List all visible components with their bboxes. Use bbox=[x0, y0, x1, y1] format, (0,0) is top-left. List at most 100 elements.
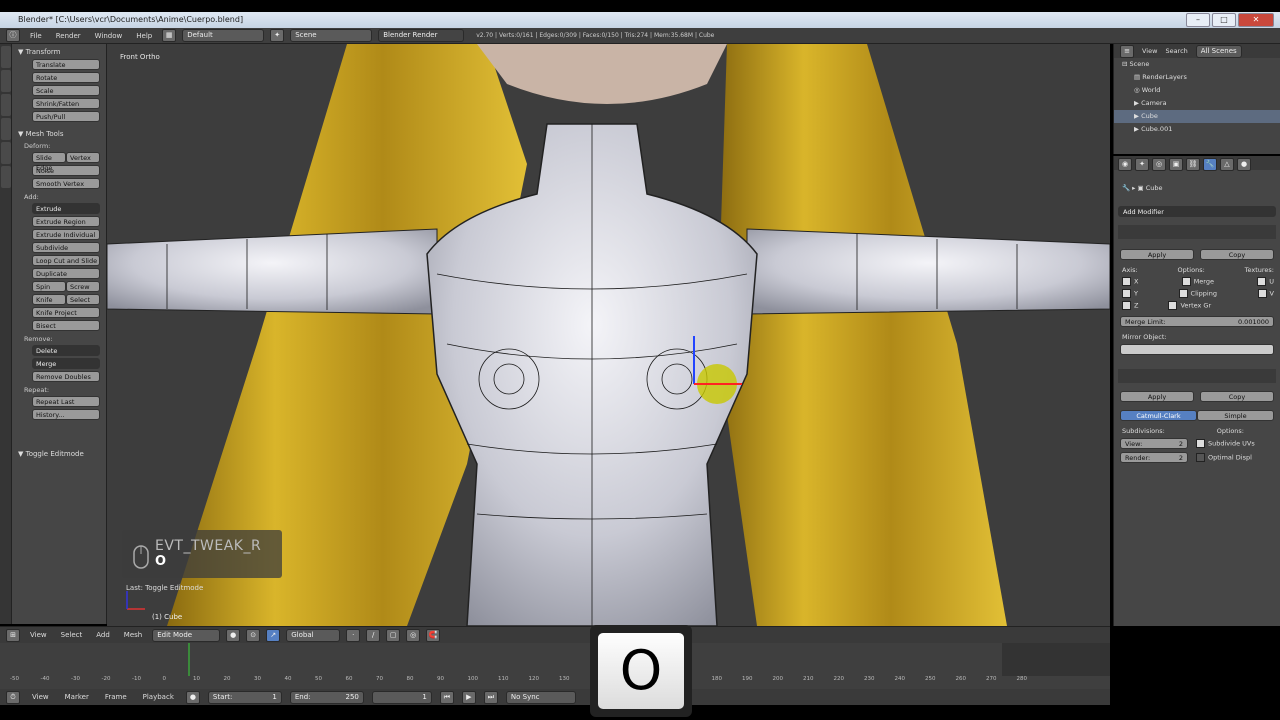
extrude-menu[interactable]: Extrude bbox=[32, 203, 100, 214]
screen-layout-icon[interactable]: ▦ bbox=[162, 29, 177, 42]
shrink-fatten-button[interactable]: Shrink/Fatten bbox=[32, 98, 100, 109]
vertex-select-icon[interactable]: · bbox=[346, 628, 361, 642]
outliner-editor-icon[interactable]: ≡ bbox=[1120, 44, 1134, 58]
shading-icon[interactable]: ● bbox=[226, 628, 241, 642]
scene-tab-icon[interactable]: ✦ bbox=[1135, 158, 1149, 171]
tab-animation[interactable] bbox=[1, 118, 11, 140]
menu-view[interactable]: View bbox=[26, 631, 51, 639]
knife-button[interactable]: Knife bbox=[32, 294, 66, 305]
tab-grease-pencil[interactable] bbox=[1, 166, 11, 188]
menu-mesh[interactable]: Mesh bbox=[120, 631, 146, 639]
knife-select-button[interactable]: Select bbox=[66, 294, 100, 305]
scale-button[interactable]: Scale bbox=[32, 85, 100, 96]
screw-button[interactable]: Screw bbox=[66, 281, 100, 292]
tex-u-checkbox[interactable]: U bbox=[1257, 277, 1274, 286]
sync-select[interactable]: No Sync bbox=[505, 690, 576, 704]
menu-file[interactable]: File bbox=[26, 32, 46, 40]
knife-project-button[interactable]: Knife Project bbox=[32, 307, 100, 318]
current-frame-indicator[interactable] bbox=[188, 643, 190, 676]
mirror-modifier-header[interactable] bbox=[1118, 225, 1276, 239]
duplicate-button[interactable]: Duplicate bbox=[32, 268, 100, 279]
noise-button[interactable]: Noise bbox=[32, 165, 100, 176]
add-modifier-menu[interactable]: Add Modifier bbox=[1118, 206, 1276, 217]
bisect-button[interactable]: Bisect bbox=[32, 320, 100, 331]
tab-create[interactable] bbox=[1, 70, 11, 92]
axis-x-checkbox[interactable]: X bbox=[1122, 277, 1138, 286]
pivot-icon[interactable]: ⊙ bbox=[246, 628, 261, 642]
vertex-slide-button[interactable]: Vertex bbox=[66, 152, 100, 163]
menu-window[interactable]: Window bbox=[91, 32, 127, 40]
autokey-icon[interactable]: ● bbox=[185, 690, 200, 704]
render-engine-select[interactable]: Blender Render bbox=[378, 29, 465, 42]
scene-field[interactable]: Scene bbox=[290, 29, 373, 42]
editor-type-icon[interactable]: ⓘ bbox=[6, 29, 20, 42]
timeline-menu-view[interactable]: View bbox=[28, 693, 53, 701]
optimal-display-checkbox[interactable]: Optimal Displ bbox=[1196, 453, 1252, 462]
delete-menu[interactable]: Delete bbox=[32, 345, 100, 356]
simple-toggle[interactable]: Simple bbox=[1197, 410, 1274, 421]
end-frame-field[interactable]: End: 250 bbox=[289, 690, 364, 704]
view-levels-field[interactable]: View: 2 bbox=[1120, 438, 1188, 449]
subsurf-modifier-header[interactable] bbox=[1118, 369, 1276, 383]
constraints-tab-icon[interactable]: ⛓ bbox=[1186, 158, 1200, 171]
smooth-vertex-button[interactable]: Smooth Vertex bbox=[32, 178, 100, 189]
transform-panel-title[interactable]: ▼ Transform bbox=[18, 48, 106, 56]
material-tab-icon[interactable]: ● bbox=[1237, 158, 1251, 171]
extrude-individual-button[interactable]: Extrude Individual bbox=[32, 229, 100, 240]
tab-relations[interactable] bbox=[1, 94, 11, 116]
translate-button[interactable]: Translate bbox=[32, 59, 100, 70]
loop-cut-button[interactable]: Loop Cut and Slide bbox=[32, 255, 100, 266]
axis-z-checkbox[interactable]: Z bbox=[1122, 301, 1138, 310]
spin-button[interactable]: Spin bbox=[32, 281, 66, 292]
mesh-tools-panel-title[interactable]: ▼ Mesh Tools bbox=[18, 130, 106, 138]
menu-help[interactable]: Help bbox=[132, 32, 156, 40]
tab-tools[interactable] bbox=[1, 46, 11, 68]
start-frame-field[interactable]: Start: 1 bbox=[207, 690, 282, 704]
outliner-row-renderlayers[interactable]: ▤ RenderLayers bbox=[1114, 71, 1280, 84]
outliner-row-cube-001[interactable]: ▶ Cube.001 bbox=[1114, 123, 1280, 136]
play-icon[interactable]: ▶ bbox=[461, 690, 476, 704]
scene-icon[interactable]: ✦ bbox=[270, 29, 285, 42]
menu-render[interactable]: Render bbox=[52, 32, 85, 40]
mirror-copy-button[interactable]: Copy bbox=[1200, 249, 1274, 260]
snap-icon[interactable]: 🧲 bbox=[426, 628, 441, 642]
render-levels-field[interactable]: Render: 2 bbox=[1120, 452, 1188, 463]
outliner-row-cube[interactable]: ▶ Cube bbox=[1114, 110, 1280, 123]
data-tab-icon[interactable]: △ bbox=[1220, 158, 1234, 171]
3d-view-editor-icon[interactable]: ⊞ bbox=[6, 628, 20, 642]
outliner-row-world[interactable]: ◎ World bbox=[1114, 84, 1280, 97]
merge-menu[interactable]: Merge bbox=[32, 358, 100, 369]
outliner-row-scene[interactable]: ⊟ Scene bbox=[1114, 58, 1280, 71]
world-tab-icon[interactable]: ◎ bbox=[1152, 158, 1166, 171]
subsurf-apply-button[interactable]: Apply bbox=[1120, 391, 1194, 402]
rotate-button[interactable]: Rotate bbox=[32, 72, 100, 83]
proportional-edit-icon[interactable]: ◎ bbox=[406, 628, 421, 642]
timeline-menu-playback[interactable]: Playback bbox=[139, 693, 178, 701]
mirror-apply-button[interactable]: Apply bbox=[1120, 249, 1194, 260]
current-frame-field[interactable]: 1 bbox=[371, 690, 432, 704]
minimize-button[interactable]: – bbox=[1186, 13, 1210, 27]
jump-start-icon[interactable]: ⏮ bbox=[439, 690, 454, 704]
maximize-button[interactable]: □ bbox=[1212, 13, 1236, 27]
face-select-icon[interactable]: ▢ bbox=[386, 628, 401, 642]
repeat-last-button[interactable]: Repeat Last bbox=[32, 396, 100, 407]
subdivide-button[interactable]: Subdivide bbox=[32, 242, 100, 253]
mode-select[interactable]: Edit Mode bbox=[152, 628, 221, 642]
slide-edge-button[interactable]: Slide Edge bbox=[32, 152, 66, 172]
tab-physics[interactable] bbox=[1, 142, 11, 164]
outliner-display-select[interactable]: All Scenes bbox=[1195, 44, 1242, 58]
orientation-select[interactable]: Global bbox=[286, 628, 341, 642]
merge-checkbox[interactable]: Merge bbox=[1181, 277, 1214, 286]
mirror-object-field[interactable] bbox=[1120, 344, 1274, 355]
extrude-region-button[interactable]: Extrude Region bbox=[32, 216, 100, 227]
catmull-clark-toggle[interactable]: Catmull-Clark bbox=[1120, 410, 1197, 421]
close-button[interactable]: ✕ bbox=[1238, 13, 1274, 27]
modifiers-tab-icon[interactable]: 🔧 bbox=[1203, 158, 1217, 171]
timeline-menu-marker[interactable]: Marker bbox=[61, 693, 93, 701]
outliner-row-camera[interactable]: ▶ Camera bbox=[1114, 97, 1280, 110]
clipping-checkbox[interactable]: Clipping bbox=[1178, 289, 1217, 298]
history-button[interactable]: History... bbox=[32, 409, 100, 420]
subsurf-copy-button[interactable]: Copy bbox=[1200, 391, 1274, 402]
push-pull-button[interactable]: Push/Pull bbox=[32, 111, 100, 122]
axis-y-checkbox[interactable]: Y bbox=[1122, 289, 1138, 298]
